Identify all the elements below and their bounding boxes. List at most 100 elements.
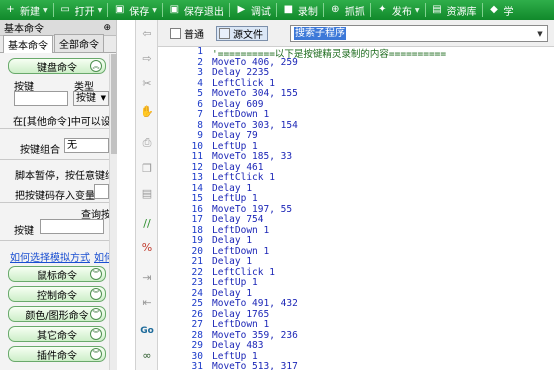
simulation-mode-link[interactable]: 如何选择模拟方式	[10, 249, 90, 264]
redo-icon[interactable]: ⇨	[140, 51, 154, 65]
type-select[interactable]: 按键 ▼	[73, 91, 109, 106]
code-line[interactable]: Delay 1	[212, 288, 252, 299]
combo-label: 按键组合	[20, 145, 60, 156]
code-line[interactable]: LeftDown 1	[212, 109, 269, 120]
toolbar-button-plus[interactable]: + 新建 ▼	[0, 0, 52, 20]
chevron-up-icon: ︽	[90, 60, 102, 72]
code-line[interactable]: LeftClick 1	[212, 78, 275, 89]
color-graphic-commands-button[interactable]: 颜色/图形命令 ︾	[8, 306, 106, 322]
plus-icon: +	[6, 4, 15, 15]
toolbar-button-label: 保存	[129, 6, 150, 18]
color-graphic-commands-label: 颜色/图形命令	[25, 310, 89, 322]
code-line[interactable]: MoveTo 491, 432	[212, 298, 298, 309]
chevron-down-icon[interactable]: ▼	[534, 27, 546, 40]
undo-icon[interactable]: ⇦	[140, 26, 154, 40]
toolbar-separator	[161, 3, 163, 17]
uncomment-icon[interactable]: %	[140, 240, 154, 254]
code-line[interactable]: LeftDown 1	[212, 319, 269, 330]
code-line[interactable]: LeftUp 1	[212, 277, 258, 288]
dropdown-arrow-icon[interactable]: ▼	[152, 7, 157, 14]
toolbar-separator	[424, 3, 426, 17]
code-line[interactable]: Delay 79	[212, 130, 258, 141]
toolbar-button-save-exit[interactable]: ▣ 保存退出	[164, 0, 228, 20]
toolbar-button-learn[interactable]: ◆ 学	[484, 0, 518, 20]
cut-icon[interactable]: ✂	[140, 76, 154, 90]
goto-icon[interactable]: Go	[140, 324, 154, 338]
other-commands-button[interactable]: 其它命令 ︾	[8, 326, 106, 342]
dropdown-arrow-icon[interactable]: ▼	[98, 7, 103, 14]
comment-icon[interactable]: //	[140, 216, 154, 230]
pause-hint: 脚本暂停，按任意键继续	[15, 171, 109, 182]
scrollbar-thumb[interactable]	[111, 54, 117, 154]
tab-basic-commands[interactable]: 基本命令	[3, 35, 53, 53]
line-number: 5	[197, 88, 203, 99]
source-mode-button[interactable]: 源文件	[216, 26, 268, 41]
toolbar-button-folder[interactable]: ▭ 打开 ▼	[55, 0, 107, 20]
plugin-commands-button[interactable]: 插件命令 ︾	[8, 346, 106, 362]
code-line[interactable]: LeftClick 1	[212, 172, 275, 183]
pin-icon[interactable]: ⊕	[103, 23, 111, 33]
toolbar-button-save[interactable]: ▣ 保存 ▼	[109, 0, 161, 20]
code-line[interactable]: LeftUp 1	[212, 351, 258, 362]
code-line[interactable]: MoveTo 513, 317	[212, 361, 298, 370]
mouse-commands-label: 鼠标命令	[37, 270, 77, 282]
paste-icon[interactable]: ▤	[140, 186, 154, 200]
code-line[interactable]: Delay 1	[212, 235, 252, 246]
line-number: 16	[191, 203, 203, 215]
code-line[interactable]: MoveTo 185, 33	[212, 151, 292, 162]
store-keycode-label: 把按键码存入变量	[15, 191, 95, 202]
code-line[interactable]: MoveTo 406, 259	[212, 57, 298, 68]
code-line[interactable]: Delay 1	[212, 183, 252, 194]
indent-icon[interactable]: ⇥	[140, 270, 154, 284]
key2-input[interactable]	[40, 219, 104, 234]
code-line[interactable]: Delay 483	[212, 340, 263, 351]
normal-mode-label: 普通	[184, 30, 204, 41]
how-link[interactable]: 如何	[94, 249, 109, 264]
code-line[interactable]: MoveTo 304, 155	[212, 88, 298, 99]
panel-body: 键盘命令 ︽ 按键 类型 按键 ▼ 在[其他命令]中可以设定键 按键组合 无 脚…	[0, 54, 109, 370]
code-line[interactable]: MoveTo 303, 154	[212, 120, 298, 131]
code-line[interactable]: LeftDown 1	[212, 225, 269, 236]
code-line[interactable]: Delay 2235	[212, 67, 269, 78]
dropdown-arrow-icon[interactable]: ▼	[43, 7, 48, 14]
keyboard-commands-button[interactable]: 键盘命令 ︽	[8, 58, 106, 74]
line-number: 29	[191, 340, 203, 351]
toolbar-button-library[interactable]: ▤ 资源库	[427, 0, 481, 20]
code-line[interactable]: Delay 754	[212, 214, 263, 225]
combo-select[interactable]: 无	[64, 138, 109, 153]
outdent-icon[interactable]: ⇤	[140, 295, 154, 309]
copy-icon[interactable]: ❐	[140, 161, 154, 175]
print-icon[interactable]: ⎙	[140, 136, 154, 150]
key-input[interactable]	[14, 91, 68, 106]
code-line[interactable]: Delay 1765	[212, 309, 269, 320]
code-line[interactable]: LeftUp 1	[212, 141, 258, 152]
normal-mode-button[interactable]: 普通	[168, 26, 208, 41]
code-line[interactable]: Delay 461	[212, 162, 263, 173]
mouse-commands-button[interactable]: 鼠标命令 ︾	[8, 266, 106, 282]
code-line[interactable]: Delay 609	[212, 99, 263, 110]
code-editor[interactable]: 1 2 3 4 5 6 7 8 9 10 11 12 13 14 15 16 17 18 19 20 21 22 23 24 2…	[158, 47, 554, 370]
code-line[interactable]: MoveTo 197, 55	[212, 204, 292, 215]
chevron-down-icon: ︾	[90, 348, 102, 360]
tab-all-commands[interactable]: 全部命令	[54, 34, 104, 52]
code-line[interactable]: LeftClick 1	[212, 267, 275, 278]
binoculars-icon[interactable]: ∞	[140, 348, 154, 362]
dropdown-arrow-icon[interactable]: ▼	[415, 7, 420, 14]
toolbar-button-grab[interactable]: ⊕ 抓抓	[325, 0, 369, 20]
control-commands-button[interactable]: 控制命令 ︾	[8, 286, 106, 302]
hand-icon[interactable]: ✋	[140, 104, 154, 118]
toolbar-button-play[interactable]: ▶ 调试	[231, 0, 275, 20]
line-number: 9	[197, 130, 203, 141]
save-icon: ▣	[115, 4, 125, 15]
toolbar-button-publish[interactable]: ✦ 发布 ▼	[372, 0, 424, 20]
code-line[interactable]: LeftUp 1	[212, 193, 258, 204]
subroutine-search-combo[interactable]: 搜索子程序 ▼	[290, 25, 548, 42]
code-line[interactable]: Delay 1	[212, 256, 252, 267]
panel-scrollbar[interactable]	[109, 54, 117, 370]
code-line[interactable]: MoveTo 359, 236	[212, 330, 298, 341]
divider	[0, 159, 109, 160]
code-line[interactable]: LeftDown 1	[212, 246, 269, 257]
toolbar-button-record[interactable]: ■ 录制	[278, 0, 322, 20]
store-keycode-input[interactable]	[94, 184, 109, 199]
line-number: 12	[191, 161, 203, 173]
